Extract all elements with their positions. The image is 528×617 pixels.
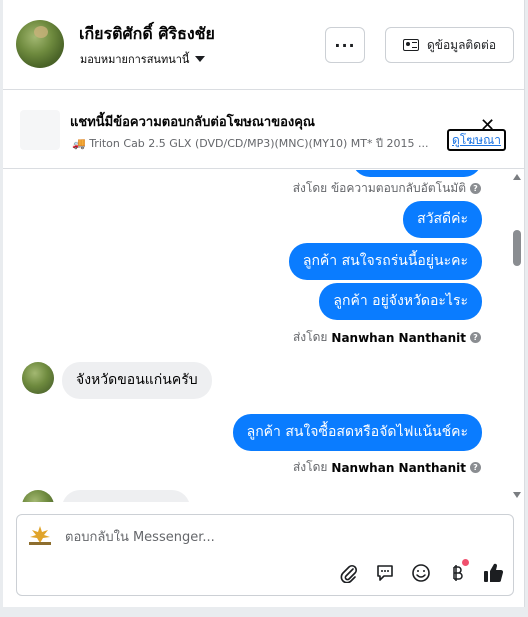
message-bubble-incoming: จังหวัดขอนแก่นครับ <box>62 362 212 399</box>
id-card-icon <box>402 39 419 51</box>
sent-by-prefix: ส่งโดย <box>292 460 328 474</box>
emoji-button[interactable] <box>409 561 433 585</box>
auto-reply-note-text: ส่งโดย ข้อความตอบกลับอัตโนมัติ <box>292 181 466 195</box>
page-logo-icon <box>29 526 51 545</box>
thumbs-up-icon <box>484 563 504 582</box>
view-contact-info-button[interactable]: ดูข้อมูลติดต่อ <box>385 27 514 63</box>
message-scrollbar[interactable] <box>510 170 524 502</box>
attach-file-button[interactable] <box>337 561 361 585</box>
sender-name: Nanwhan Nanthanit <box>331 330 466 345</box>
view-contact-info-label: ดูข้อมูลติดต่อ <box>426 37 497 52</box>
sender-name: Nanwhan Nanthanit <box>331 460 466 475</box>
scroll-down-arrow-icon[interactable] <box>513 492 521 498</box>
saved-reply-button[interactable] <box>373 561 397 585</box>
sent-by-note: ส่งโดย Nanwhan Nanthanit ? <box>293 328 481 347</box>
conversation-header: เกียรติศักดิ์ ศิริธงชัย มอบหมายการสนทนาน… <box>3 0 525 90</box>
contact-avatar-small <box>22 362 54 394</box>
message-bubble-outgoing: ลูกค้า สนใจซื้อสดหรือจัดไฟแน้นช์คะ <box>232 414 482 451</box>
message-composer <box>16 514 514 596</box>
chevron-down-icon <box>195 56 206 62</box>
emoji-icon <box>412 564 430 582</box>
auto-reply-note: ส่งโดย ข้อความตอบกลับอัตโนมัติ ? <box>293 179 481 198</box>
contact-avatar[interactable] <box>16 20 64 68</box>
ad-reply-banner: แชทนี้มีข้อความตอบกลับต่อโฆษณาของคุณ 🚚 T… <box>3 91 525 169</box>
message-bubble-incoming-partial <box>62 490 190 502</box>
ad-banner-title: แชทนี้มีข้อความตอบกลับต่อโฆษณาของคุณ <box>70 115 315 130</box>
saved-reply-icon <box>377 565 393 581</box>
sent-by-note: ส่งโดย Nanwhan Nanthanit ? <box>293 458 481 477</box>
scrollbar-thumb[interactable] <box>513 230 521 266</box>
assign-label: มอบหมายการสนทนานี้ <box>80 53 190 66</box>
scroll-up-arrow-icon[interactable] <box>513 174 521 180</box>
baht-icon <box>453 565 463 581</box>
sent-by-prefix: ส่งโดย <box>292 330 328 344</box>
ad-banner-subtitle: 🚚 Triton Cab 2.5 GLX (DVD/CD/MP3)(MNC)(M… <box>72 137 429 150</box>
message-bubble-outgoing-partial <box>352 170 482 177</box>
contact-name[interactable]: เกียรติศักดิ์ ศิริธงชัย <box>79 22 215 47</box>
message-bubble-outgoing: ลูกค้า สนใจรถร่นนี้อยู่นะคะ <box>288 243 482 280</box>
message-bubble-outgoing: ลูกค้า อยู่จังหวัดอะไระ <box>319 283 482 320</box>
help-icon[interactable]: ? <box>470 332 481 343</box>
view-ad-link[interactable]: ดูโฆษณา <box>447 129 506 151</box>
contact-avatar-small <box>22 490 54 502</box>
reply-input[interactable] <box>65 527 485 547</box>
ad-thumbnail <box>20 110 60 150</box>
assign-conversation-dropdown[interactable]: มอบหมายการสนทนานี้ <box>80 50 206 68</box>
payment-button[interactable] <box>445 559 469 585</box>
conversation-panel: เกียรติศักดิ์ ศิริธงชัย มอบหมายการสนทนาน… <box>3 0 525 607</box>
help-icon[interactable]: ? <box>470 462 481 473</box>
paperclip-icon <box>340 564 358 583</box>
message-bubble-outgoing: สวัสดีค่ะ <box>403 201 482 238</box>
help-icon[interactable]: ? <box>470 183 481 194</box>
more-options-button[interactable]: ··· <box>325 27 365 63</box>
notification-dot <box>462 559 469 566</box>
message-thread: ส่งโดย ข้อความตอบกลับอัตโนมัติ ? สวัสดีค… <box>3 170 525 502</box>
send-like-button[interactable] <box>481 561 505 585</box>
